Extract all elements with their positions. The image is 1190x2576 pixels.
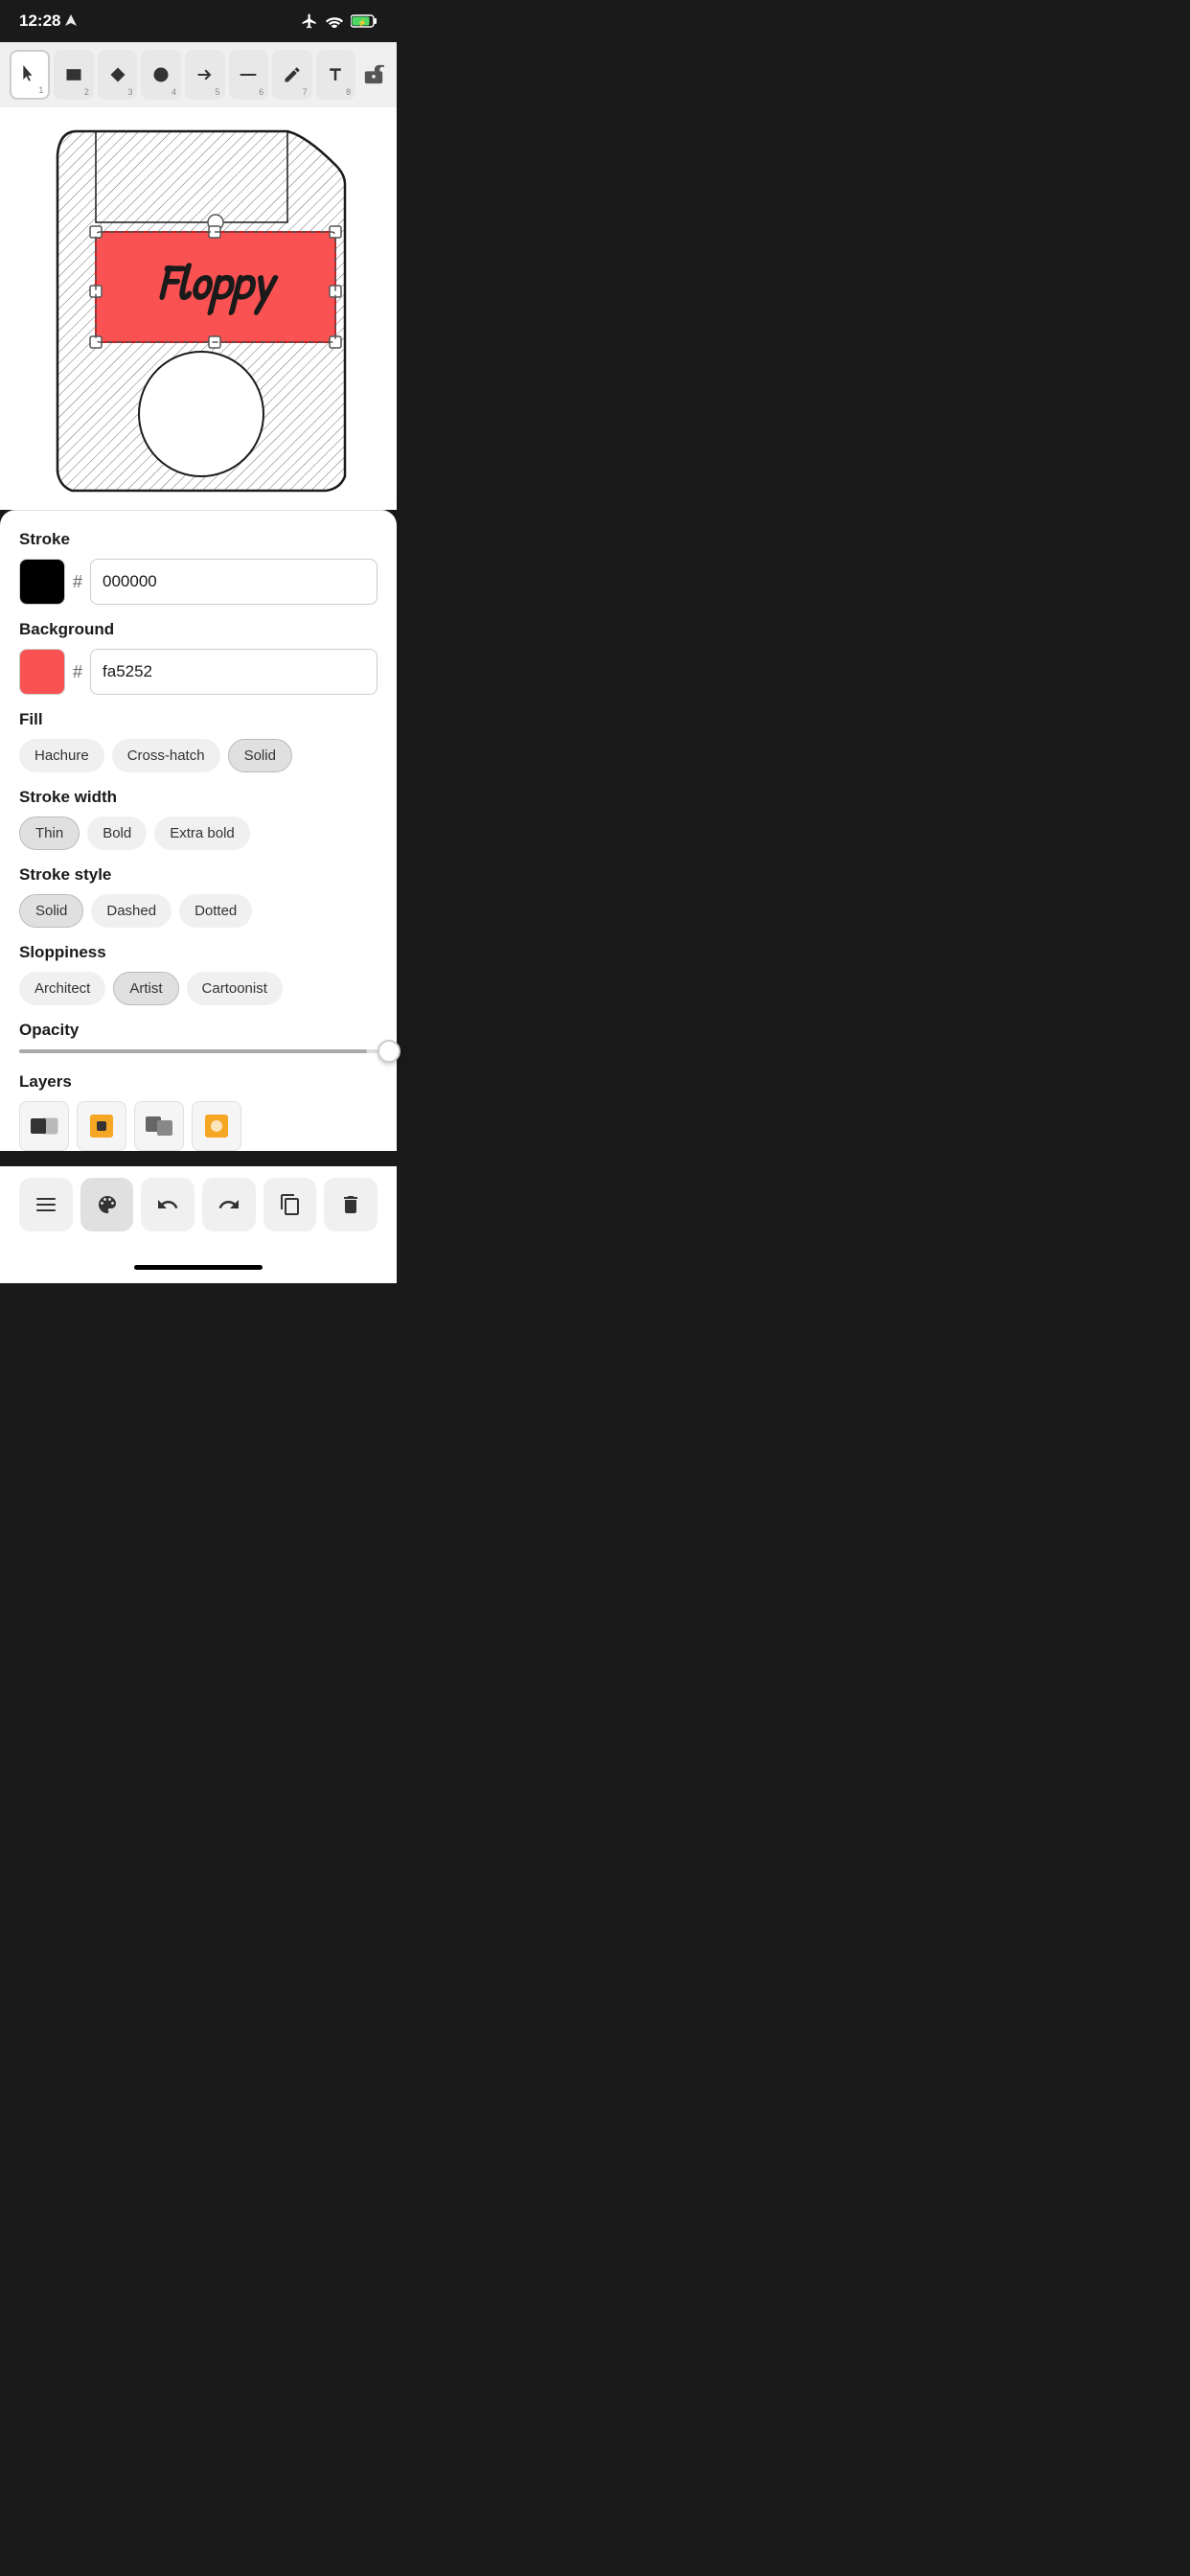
redo-button[interactable] bbox=[202, 1178, 256, 1231]
delete-button[interactable] bbox=[324, 1178, 378, 1231]
cursor-icon bbox=[20, 65, 39, 84]
redo-icon bbox=[217, 1193, 240, 1216]
time-display: 12:28 bbox=[19, 12, 60, 31]
sloppiness-artist[interactable]: Artist bbox=[113, 972, 178, 1005]
stroke-color-swatch[interactable] bbox=[19, 559, 65, 605]
sloppiness-label: Sloppiness bbox=[19, 943, 378, 962]
opacity-thumb[interactable] bbox=[378, 1040, 400, 1063]
fill-crosshatch[interactable]: Cross-hatch bbox=[112, 739, 220, 772]
bg-color-row: # bbox=[19, 649, 378, 695]
status-bar: 12:28 ⚡ bbox=[0, 0, 397, 42]
stroke-thin[interactable]: Thin bbox=[19, 816, 80, 850]
opacity-label: Opacity bbox=[19, 1021, 378, 1040]
undo-button[interactable] bbox=[141, 1178, 195, 1231]
bg-color-swatch[interactable] bbox=[19, 649, 65, 695]
wifi-icon bbox=[326, 14, 343, 28]
text-tool-icon bbox=[326, 65, 345, 84]
layer-1-icon bbox=[27, 1109, 61, 1143]
stroke-color-row: # bbox=[19, 559, 378, 605]
battery-svg: ⚡ bbox=[351, 14, 378, 28]
bg-hex-input[interactable] bbox=[90, 649, 378, 695]
menu-button[interactable] bbox=[19, 1178, 73, 1231]
stroke-label: Stroke bbox=[19, 530, 378, 549]
layer-3-icon bbox=[142, 1109, 176, 1143]
layer-item-3[interactable] bbox=[134, 1101, 184, 1151]
pencil-icon bbox=[283, 65, 302, 84]
copy-button[interactable] bbox=[263, 1178, 317, 1231]
lock-open-icon bbox=[363, 64, 384, 85]
tool-arrow[interactable]: 5 bbox=[185, 50, 225, 100]
stroke-style-label: Stroke style bbox=[19, 865, 378, 885]
properties-panel: Stroke # Background # Fill Hachure Cross… bbox=[0, 510, 397, 1151]
tool-pencil[interactable]: 7 bbox=[272, 50, 312, 100]
layer-item-1[interactable] bbox=[19, 1101, 69, 1151]
svg-text:Floppy: Floppy bbox=[158, 248, 280, 316]
background-label: Background bbox=[19, 620, 378, 639]
home-bar bbox=[134, 1265, 263, 1270]
tool-ellipse[interactable]: 4 bbox=[141, 50, 181, 100]
tool-text[interactable]: 8 bbox=[316, 50, 356, 100]
stroke-dashed[interactable]: Dashed bbox=[91, 894, 172, 928]
sloppiness-options: Architect Artist Cartoonist bbox=[19, 972, 378, 1005]
stroke-dotted[interactable]: Dotted bbox=[179, 894, 252, 928]
layer-2-icon bbox=[84, 1109, 119, 1143]
tool-select[interactable]: 1 bbox=[10, 50, 50, 100]
undo-icon bbox=[156, 1193, 179, 1216]
layer-item-4[interactable] bbox=[192, 1101, 241, 1151]
stroke-width-options: Thin Bold Extra bold bbox=[19, 816, 378, 850]
battery-icon: ⚡ bbox=[351, 14, 378, 28]
stroke-extrabold[interactable]: Extra bold bbox=[154, 816, 250, 850]
canvas-svg: Floppy bbox=[0, 107, 397, 510]
copy-icon bbox=[279, 1193, 302, 1216]
stroke-bold[interactable]: Bold bbox=[87, 816, 147, 850]
bg-hash: # bbox=[73, 662, 82, 682]
tool-diamond[interactable]: 3 bbox=[98, 50, 138, 100]
fill-options: Hachure Cross-hatch Solid bbox=[19, 739, 378, 772]
layer-4-icon bbox=[199, 1109, 234, 1143]
lock-button[interactable] bbox=[359, 50, 387, 100]
location-arrow-icon bbox=[65, 14, 77, 28]
status-icons: ⚡ bbox=[301, 12, 378, 30]
diamond-icon bbox=[108, 65, 127, 84]
stroke-style-options: Solid Dashed Dotted bbox=[19, 894, 378, 928]
menu-icon bbox=[34, 1193, 57, 1216]
tool-rect[interactable]: 2 bbox=[54, 50, 94, 100]
opacity-track bbox=[19, 1049, 378, 1053]
sloppiness-cartoonist[interactable]: Cartoonist bbox=[187, 972, 283, 1005]
layer-items bbox=[19, 1101, 378, 1151]
opacity-fill bbox=[19, 1049, 367, 1053]
action-bar bbox=[0, 1166, 397, 1251]
stroke-width-label: Stroke width bbox=[19, 788, 378, 807]
opacity-slider-container bbox=[19, 1049, 378, 1053]
layers-section: Layers bbox=[19, 1072, 378, 1151]
airplane-icon bbox=[301, 12, 318, 30]
tool-line[interactable]: 6 bbox=[229, 50, 269, 100]
fill-hachure[interactable]: Hachure bbox=[19, 739, 104, 772]
fill-solid[interactable]: Solid bbox=[228, 739, 292, 772]
toolbar: 1 2 3 4 5 6 7 bbox=[0, 42, 397, 107]
rect-icon bbox=[64, 65, 83, 84]
circle-icon bbox=[151, 65, 171, 84]
stroke-solid[interactable]: Solid bbox=[19, 894, 83, 928]
fill-label: Fill bbox=[19, 710, 378, 729]
stroke-hash: # bbox=[73, 572, 82, 592]
stroke-hex-input[interactable] bbox=[90, 559, 378, 605]
line-icon bbox=[239, 65, 258, 84]
canvas-area[interactable]: Floppy bbox=[0, 107, 397, 510]
palette-icon bbox=[96, 1193, 119, 1216]
layers-label: Layers bbox=[19, 1072, 378, 1092]
status-time: 12:28 bbox=[19, 12, 77, 31]
svg-text:⚡: ⚡ bbox=[357, 18, 367, 28]
arrow-icon bbox=[195, 65, 215, 84]
home-indicator bbox=[0, 1251, 397, 1283]
trash-icon bbox=[339, 1193, 362, 1216]
layer-item-2[interactable] bbox=[77, 1101, 126, 1151]
sloppiness-architect[interactable]: Architect bbox=[19, 972, 105, 1005]
palette-button[interactable] bbox=[80, 1178, 134, 1231]
